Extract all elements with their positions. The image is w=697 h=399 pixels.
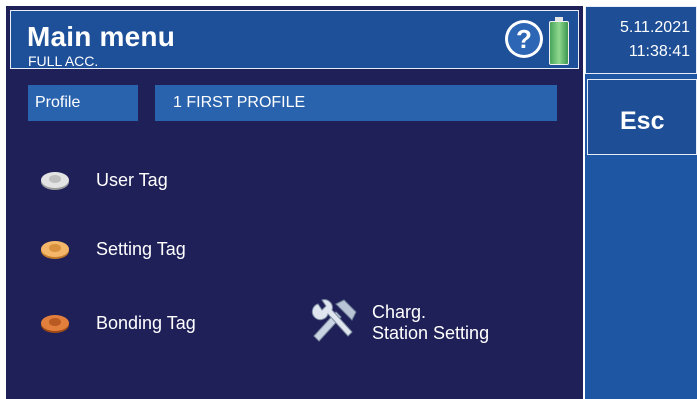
charging-label-line1: Charg. — [372, 302, 427, 322]
battery-icon — [549, 17, 569, 65]
user-tag-icon — [41, 172, 69, 190]
bonding-tag-button[interactable]: Bonding Tag — [36, 308, 336, 342]
bonding-tag-label: Bonding Tag — [96, 313, 196, 333]
bonding-tag-icon — [41, 315, 69, 333]
setting-tag-icon — [41, 241, 69, 259]
profile-label-text: Profile — [35, 94, 81, 111]
date-text: 5.11.2021 — [620, 19, 690, 36]
charging-station-setting-button[interactable]: Charg. Station Setting — [308, 298, 548, 358]
profile-value-text: 1 FIRST PROFILE — [173, 94, 306, 111]
help-icon[interactable]: ? — [505, 20, 543, 58]
charging-label-line2: Station Setting — [372, 323, 490, 343]
time-text: 11:38:41 — [628, 43, 690, 60]
setting-tag-label: Setting Tag — [96, 239, 186, 259]
profile-selector[interactable]: 1 FIRST PROFILE — [155, 85, 557, 121]
setting-tag-button[interactable]: Setting Tag — [36, 234, 336, 268]
user-tag-label: User Tag — [96, 170, 168, 190]
header-bar: Main menu FULL ACC. ? — [10, 10, 579, 69]
profile-label: Profile — [28, 85, 138, 121]
access-level: FULL ACC. — [28, 53, 99, 69]
tools-icon — [311, 299, 357, 342]
esc-label: Esc — [620, 107, 665, 135]
page-title: Main menu — [27, 21, 176, 52]
user-tag-button[interactable]: User Tag — [36, 165, 336, 199]
esc-button[interactable]: Esc — [587, 79, 697, 155]
datetime-display: 5.11.2021 11:38:41 — [585, 6, 697, 74]
